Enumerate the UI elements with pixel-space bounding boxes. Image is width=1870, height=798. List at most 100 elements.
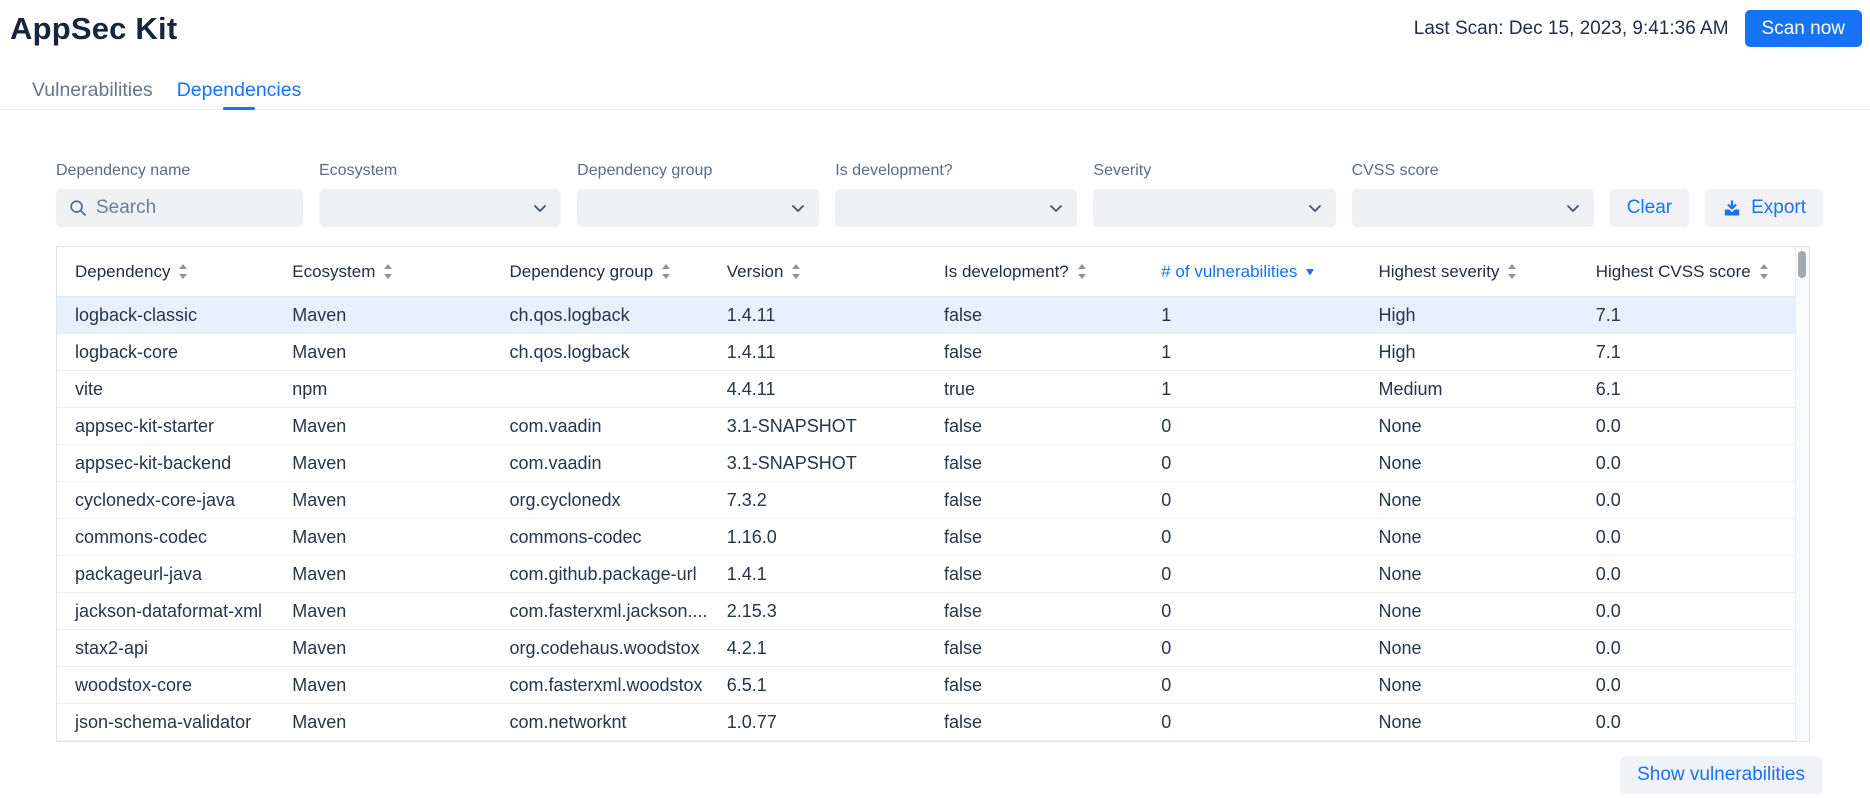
chevron-down-icon — [1047, 199, 1065, 217]
table-cell: 1.4.1 — [709, 556, 926, 592]
search-input[interactable] — [88, 197, 291, 219]
is-development-select[interactable] — [835, 189, 1077, 227]
table-cell: Maven — [274, 297, 491, 333]
table-cell: None — [1361, 556, 1578, 592]
topbar-right: Last Scan: Dec 15, 2023, 9:41:36 AM Scan… — [1414, 10, 1862, 47]
table-cell: 0.0 — [1578, 408, 1795, 444]
table-cell: 1 — [1143, 297, 1360, 333]
last-scan-timestamp: Last Scan: Dec 15, 2023, 9:41:36 AM — [1414, 18, 1729, 40]
filter-label: Dependency name — [56, 161, 303, 180]
sort-indicator-icon — [177, 263, 189, 280]
table-row[interactable]: packageurl-javaMavencom.github.package-u… — [57, 556, 1795, 593]
chevron-down-icon — [531, 199, 549, 217]
table-cell: packageurl-java — [57, 556, 274, 592]
vertical-scrollbar[interactable] — [1795, 247, 1809, 741]
table-cell — [492, 371, 709, 407]
sort-indicator-icon — [790, 263, 802, 280]
table-cell: ch.qos.logback — [492, 297, 709, 333]
table-cell: 0 — [1143, 556, 1360, 592]
table-cell: true — [926, 371, 1143, 407]
table-row[interactable]: appsec-kit-starterMavencom.vaadin3.1-SNA… — [57, 408, 1795, 445]
table-cell: Maven — [274, 593, 491, 629]
filter-dependency-group: Dependency group — [577, 161, 819, 227]
export-button[interactable]: Export — [1705, 189, 1823, 227]
table-header-row: DependencyEcosystem Dependency group Versi… — [57, 247, 1795, 297]
column-header-dependency[interactable]: Dependency — [57, 247, 274, 296]
filter-dependency-name: Dependency name — [56, 161, 303, 227]
column-header-of-vulnerabilities[interactable]: # of vulnerabilities — [1143, 247, 1360, 296]
table-cell: com.github.package-url — [492, 556, 709, 592]
column-header-ecosystem[interactable]: Ecosystem — [274, 247, 491, 296]
ecosystem-select[interactable] — [319, 189, 561, 227]
sort-indicator-icon — [382, 263, 394, 280]
table-cell: Maven — [274, 667, 491, 703]
table-cell: false — [926, 482, 1143, 518]
column-header-highest-severity[interactable]: Highest severity — [1361, 247, 1578, 296]
table-cell: vite — [57, 371, 274, 407]
table-cell: logback-classic — [57, 297, 274, 333]
table-row[interactable]: logback-classicMavench.qos.logback1.4.11… — [57, 297, 1795, 334]
sort-indicator-icon — [660, 263, 672, 280]
table-cell: npm — [274, 371, 491, 407]
dependency-name-search-field[interactable] — [56, 189, 303, 227]
table-cell: High — [1361, 334, 1578, 370]
table-cell: Maven — [274, 704, 491, 740]
chevron-down-icon — [1306, 199, 1324, 217]
table-cell: Medium — [1361, 371, 1578, 407]
table-row[interactable]: logback-coreMavench.qos.logback1.4.11fal… — [57, 334, 1795, 371]
dependency-group-select[interactable] — [577, 189, 819, 227]
table-cell: com.fasterxml.jackson.... — [492, 593, 709, 629]
table-cell: 3.1-SNAPSHOT — [709, 408, 926, 444]
table-cell: None — [1361, 630, 1578, 666]
table-row[interactable]: commons-codecMavencommons-codec1.16.0fal… — [57, 519, 1795, 556]
table-cell: None — [1361, 408, 1578, 444]
table-cell: stax2-api — [57, 630, 274, 666]
table-cell: 2.15.3 — [709, 593, 926, 629]
table-cell: Maven — [274, 519, 491, 555]
cvss-score-select[interactable] — [1352, 189, 1594, 227]
filter-cvss-score: CVSS score — [1352, 161, 1594, 227]
table-row[interactable]: vitenpm4.4.11true1Medium6.1 — [57, 371, 1795, 408]
tab-dependencies[interactable]: Dependencies — [165, 72, 314, 109]
column-header-highest-cvss-score[interactable]: Highest CVSS score — [1578, 247, 1795, 296]
severity-select[interactable] — [1093, 189, 1335, 227]
scrollbar-thumb[interactable] — [1798, 251, 1806, 278]
table-row[interactable]: woodstox-coreMavencom.fasterxml.woodstox… — [57, 667, 1795, 704]
table-cell: cyclonedx-core-java — [57, 482, 274, 518]
table-cell: 3.1-SNAPSHOT — [709, 445, 926, 481]
column-header-dependency-group[interactable]: Dependency group — [492, 247, 709, 296]
scan-now-button[interactable]: Scan now — [1745, 10, 1862, 47]
filter-severity: Severity — [1093, 161, 1335, 227]
table-cell: false — [926, 408, 1143, 444]
column-header-label: Highest severity — [1379, 262, 1500, 282]
table-row[interactable]: jackson-dataformat-xmlMavencom.fasterxml… — [57, 593, 1795, 630]
table-cell: com.fasterxml.woodstox — [492, 667, 709, 703]
chevron-down-icon — [789, 199, 807, 217]
table-cell: None — [1361, 704, 1578, 740]
table-cell: 0 — [1143, 408, 1360, 444]
table-cell: 7.1 — [1578, 334, 1795, 370]
column-header-version[interactable]: Version — [709, 247, 926, 296]
table-cell: json-schema-validator — [57, 704, 274, 740]
clear-filters-button[interactable]: Clear — [1610, 189, 1689, 227]
filter-label: Is development? — [835, 161, 1077, 180]
column-header-is-development[interactable]: Is development? — [926, 247, 1143, 296]
table-row[interactable]: appsec-kit-backendMavencom.vaadin3.1-SNA… — [57, 445, 1795, 482]
column-header-label: Dependency group — [510, 262, 654, 282]
table-row[interactable]: json-schema-validatorMavencom.networknt1… — [57, 704, 1795, 741]
table-cell: com.networknt — [492, 704, 709, 740]
show-vulnerabilities-button[interactable]: Show vulnerabilities — [1620, 756, 1822, 794]
table-cell: false — [926, 704, 1143, 740]
table-row[interactable]: cyclonedx-core-javaMavenorg.cyclonedx7.3… — [57, 482, 1795, 519]
table-cell: None — [1361, 482, 1578, 518]
column-header-label: # of vulnerabilities — [1161, 262, 1297, 282]
table-cell: 0.0 — [1578, 704, 1795, 740]
table-row[interactable]: stax2-apiMavenorg.codehaus.woodstox4.2.1… — [57, 630, 1795, 667]
table-cell: false — [926, 667, 1143, 703]
table-cell: 0.0 — [1578, 519, 1795, 555]
column-header-label: Version — [727, 262, 784, 282]
tab-vulnerabilities[interactable]: Vulnerabilities — [20, 72, 165, 109]
table-cell: None — [1361, 593, 1578, 629]
table-cell: 7.3.2 — [709, 482, 926, 518]
table-cell: commons-codec — [57, 519, 274, 555]
